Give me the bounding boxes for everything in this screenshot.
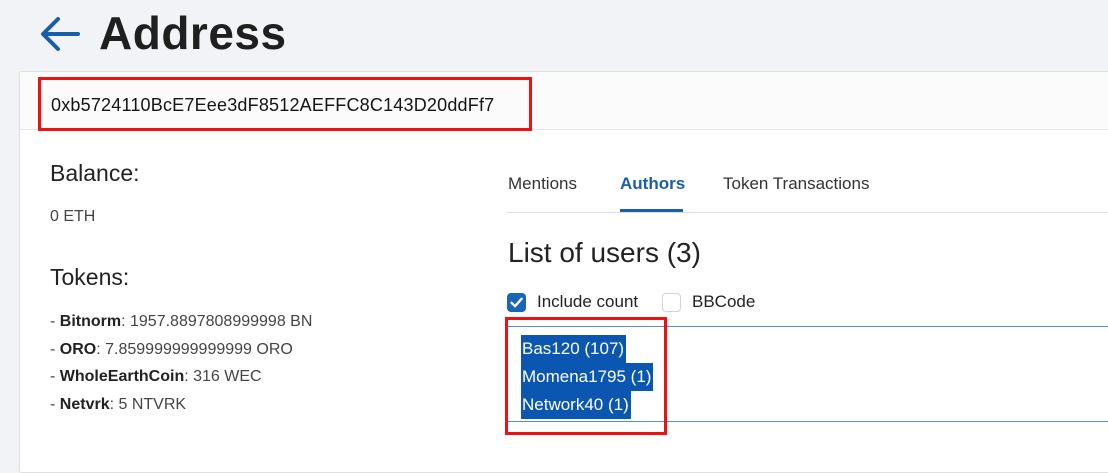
address-value: 0xb5724110BcE7Eee3dF8512AEFFC8C143D20ddF… — [51, 95, 495, 115]
user-entry: Network40 (1) — [521, 391, 631, 419]
tab-authors[interactable]: Authors — [620, 174, 685, 194]
page-title: Address — [99, 7, 287, 59]
token-amount: : 7.859999999999999 ORO — [96, 340, 293, 358]
active-tab-indicator — [620, 209, 683, 212]
user-entry: Bas120 (107) — [521, 335, 627, 363]
tab-token-transactions[interactable]: Token Transactions — [723, 174, 869, 194]
bbcode-checkbox[interactable] — [662, 293, 681, 312]
tokens-heading: Tokens: — [50, 264, 130, 290]
users-list: Bas120 (107) Momena1795 (1) Network40 (1… — [521, 335, 654, 419]
include-count-label[interactable]: Include count — [537, 292, 638, 312]
token-item: - ORO: 7.859999999999999 ORO — [50, 340, 293, 358]
token-amount: : 5 NTVRK — [109, 395, 187, 413]
token-name: WholeEarthCoin — [59, 368, 185, 385]
token-name: Netvrk — [59, 395, 110, 413]
token-item: - Netvrk: 5 NTVRK — [50, 395, 187, 413]
arrow-left-icon[interactable] — [38, 14, 82, 54]
include-count-checkbox[interactable] — [507, 293, 526, 312]
tab-mentions[interactable]: Mentions — [508, 174, 577, 194]
address-row: 0xb5724110BcE7Eee3dF8512AEFFC8C143D20ddF… — [20, 72, 1108, 130]
user-entry: Momena1795 (1) — [521, 363, 654, 391]
token-name: Bitnorm — [59, 313, 122, 330]
token-amount: : 1957.8897808999998 BN — [121, 313, 313, 330]
token-item: - Bitnorm: 1957.8897808999998 BN — [50, 313, 313, 330]
tab-bar: Mentions Authors Token Transactions — [507, 164, 1108, 213]
users-list-heading: List of users (3) — [508, 237, 701, 268]
page-header: Address — [0, 0, 1108, 70]
tokens-list: - Bitnorm: 1957.8897808999998 BN - ORO: … — [50, 313, 312, 423]
checkmark-icon — [510, 297, 523, 308]
balance-value: 0 ETH — [50, 208, 96, 225]
token-amount: : 316 WEC — [184, 368, 262, 385]
bbcode-label[interactable]: BBCode — [692, 292, 755, 312]
token-name: ORO — [59, 340, 97, 358]
token-item: - WholeEarthCoin: 316 WEC — [50, 368, 262, 385]
balance-heading: Balance: — [50, 160, 140, 186]
